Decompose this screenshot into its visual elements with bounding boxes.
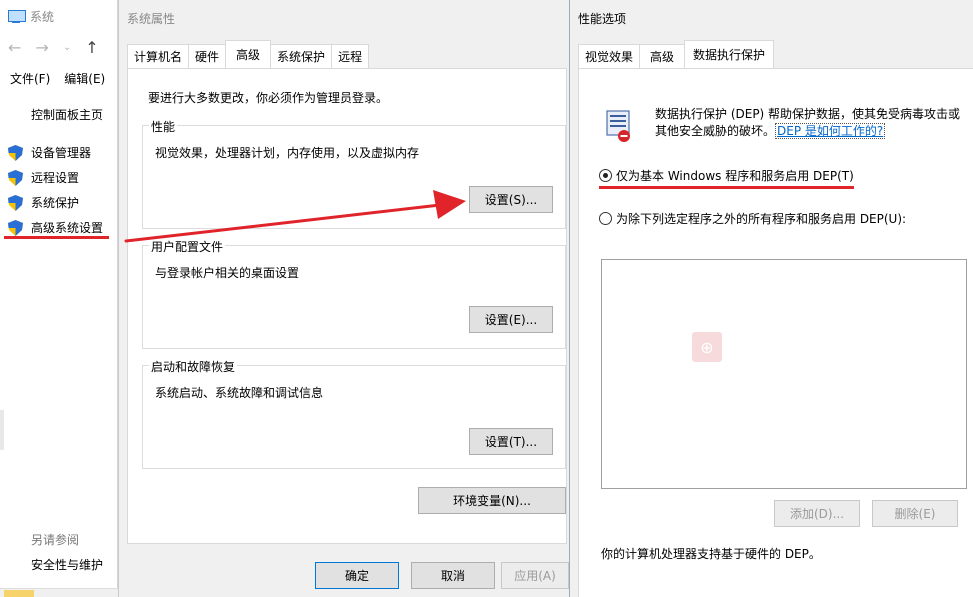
device-manager-label: 设备管理器 [31,146,92,160]
security-maintenance-link[interactable]: 安全性与维护 [31,556,103,573]
tab-hardware[interactable]: 硬件 [188,44,227,68]
hardware-dep-status: 你的计算机处理器支持基于硬件的 DEP。 [601,547,821,561]
system-window-title: 系统 [8,6,54,26]
admin-notice: 要进行大多数更改，你必须作为管理员登录。 [148,91,389,105]
perf-tabs: 视觉效果 高级 数据执行保护 [578,40,775,68]
nav-buttons: ← → ⌄ ↑ [8,38,99,57]
menu-bar: 文件(F) 编辑(E) [0,70,118,87]
radio-all-except[interactable]: 为除下列选定程序之外的所有程序和服务启用 DEP(U): [599,210,906,227]
performance-options-dialog: 性能选项 视觉效果 高级 数据执行保护 数据执行保护 (DEP) 帮助保护数据，… [569,0,973,597]
system-links: 设备管理器 远程设置 系统保护 高级系统设置 [8,140,103,240]
forward-arrow-icon[interactable]: → [35,38,48,57]
menu-edit[interactable]: 编辑(E) [64,70,105,87]
program-list[interactable]: ⊕ [601,259,967,489]
props-title: 系统属性 [127,12,176,26]
remote-settings-link[interactable]: 远程设置 [8,165,103,190]
annotation-underline [4,236,109,239]
add-button[interactable]: 添加(D)... [774,500,860,527]
ok-button[interactable]: 确定 [315,562,399,589]
radio-essential-only-label: 仅为基本 Windows 程序和服务启用 DEP(T) [616,169,854,183]
system-window: 系统 ← → ⌄ ↑ 文件(F) 编辑(E) 控制面板主页 设备管理器 远程设置… [0,0,118,597]
startup-recovery-group: 启动和故障恢复 系统启动、系统故障和调试信息 设置(T)... [142,358,566,469]
control-panel-home-link[interactable]: 控制面板主页 [31,106,103,123]
radio-essential-only[interactable]: 仅为基本 Windows 程序和服务启用 DEP(T) [599,167,854,184]
startup-recovery-label: 启动和故障恢复 [149,358,238,375]
tab-perf-advanced[interactable]: 高级 [639,44,686,68]
dep-description: 数据执行保护 (DEP) 帮助保护数据，使其免受病毒攻击或其他安全威胁的破坏。 D… [655,106,965,140]
scrollbar[interactable] [0,410,4,450]
tab-dep[interactable]: 数据执行保护 [684,40,775,68]
shield-icon [8,219,23,236]
system-title-text: 系统 [30,9,55,24]
environment-variables-button[interactable]: 环境变量(N)... [418,487,566,514]
radio-all-except-label: 为除下列选定程序之外的所有程序和服务启用 DEP(U): [616,212,907,226]
annotation-underline [599,186,854,189]
chevron-down-icon[interactable]: ⌄ [63,42,71,57]
advanced-panel: 要进行大多数更改，你必须作为管理员登录。 性能 视觉效果，处理器计划，内存使用，… [127,68,567,544]
folder-icon [4,590,34,597]
system-protection-label: 系统保护 [31,196,80,210]
up-arrow-icon[interactable]: ↑ [85,38,98,57]
tab-system-protection[interactable]: 系统保护 [270,44,333,68]
computer-icon [8,9,26,23]
menu-file[interactable]: 文件(F) [10,70,50,87]
advanced-system-settings-label: 高级系统设置 [31,221,104,235]
shield-icon [8,144,23,161]
system-protection-link[interactable]: 系统保护 [8,190,103,215]
tab-remote[interactable]: 远程 [331,44,370,68]
radio-all-except-circle[interactable] [599,212,612,225]
system-properties-dialog: 系统属性 计算机名 硬件 高级 系统保护 远程 要进行大多数更改，你必须作为管理… [118,0,569,597]
dep-how-link[interactable]: DEP 是如何工作的? [775,123,886,139]
shield-icon [8,194,23,211]
cancel-button[interactable]: 取消 [411,562,495,589]
tab-visual-effects[interactable]: 视觉效果 [578,44,641,68]
user-profile-desc: 与登录帐户相关的桌面设置 [155,266,300,280]
performance-label: 性能 [149,118,178,135]
dep-icon [603,109,633,143]
remove-button[interactable]: 删除(E) [872,500,958,527]
shield-icon [8,169,23,186]
taskbar-strip [0,588,118,597]
radio-essential-only-circle[interactable] [599,169,612,182]
apply-button[interactable]: 应用(A) [501,562,569,589]
dep-panel: 数据执行保护 (DEP) 帮助保护数据，使其免受病毒攻击或其他安全威胁的破坏。 D… [578,68,973,597]
startup-recovery-desc: 系统启动、系统故障和调试信息 [155,386,324,400]
performance-settings-button[interactable]: 设置(S)... [469,186,553,213]
performance-group: 性能 视觉效果，处理器计划，内存使用，以及虚拟内存 设置(S)... [142,118,566,229]
remote-settings-label: 远程设置 [31,171,80,185]
tab-advanced[interactable]: 高级 [225,40,272,68]
perf-title: 性能选项 [578,12,627,26]
user-profile-group: 用户配置文件 与登录帐户相关的桌面设置 设置(E)... [142,238,566,349]
user-profile-settings-button[interactable]: 设置(E)... [469,306,553,333]
props-tabs: 计算机名 硬件 高级 系统保护 远程 [127,40,370,68]
performance-desc: 视觉效果，处理器计划，内存使用，以及虚拟内存 [155,146,420,160]
user-profile-label: 用户配置文件 [149,238,226,255]
back-arrow-icon[interactable]: ← [8,38,21,57]
zoom-icon: ⊕ [692,332,722,362]
startup-recovery-settings-button[interactable]: 设置(T)... [469,428,553,455]
tab-computer-name[interactable]: 计算机名 [127,44,190,68]
see-also-heading: 另请参阅 [31,533,80,547]
device-manager-link[interactable]: 设备管理器 [8,140,103,165]
